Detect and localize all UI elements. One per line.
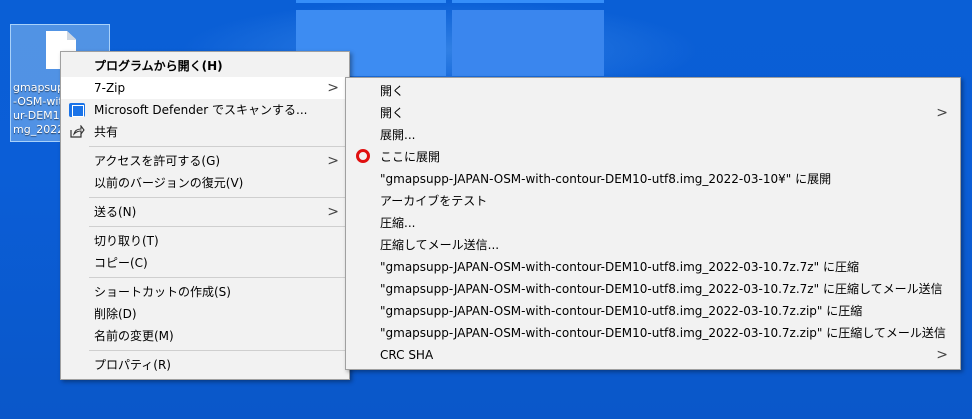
menu-separator: [89, 146, 348, 147]
menu-item-send-to[interactable]: 送る(N) >: [61, 201, 349, 223]
shield-icon: [69, 103, 85, 117]
zip-item-test-archive[interactable]: アーカイブをテスト: [346, 190, 960, 212]
menu-item-copy[interactable]: コピー(C): [61, 252, 349, 274]
desktop-tile: [452, 0, 604, 3]
menu-separator: [89, 197, 348, 198]
chevron-right-icon: >: [936, 347, 948, 363]
menu-item-create-shortcut[interactable]: ショートカットの作成(S): [61, 281, 349, 303]
zip-item-open[interactable]: 開く: [346, 80, 960, 102]
share-icon: [69, 125, 85, 139]
zip-item-add-to-7z[interactable]: "gmapsupp-JAPAN-OSM-with-contour-DEM10-u…: [346, 256, 960, 278]
menu-item-share[interactable]: 共有: [61, 121, 349, 143]
desktop-tile: [296, 0, 446, 3]
zip-item-add-to-zip-email[interactable]: "gmapsupp-JAPAN-OSM-with-contour-DEM10-u…: [346, 322, 960, 344]
chevron-right-icon: >: [327, 80, 339, 96]
menu-item-rename[interactable]: 名前の変更(M): [61, 325, 349, 347]
menu-item-7zip[interactable]: 7-Zip >: [61, 77, 349, 99]
zip-item-extract-to-folder[interactable]: "gmapsupp-JAPAN-OSM-with-contour-DEM10-u…: [346, 168, 960, 190]
chevron-right-icon: >: [327, 204, 339, 220]
menu-item-delete[interactable]: 削除(D): [61, 303, 349, 325]
desktop-tile: [452, 10, 604, 76]
menu-item-open-with[interactable]: プログラムから開く(H): [61, 55, 349, 77]
menu-item-give-access[interactable]: アクセスを許可する(G) >: [61, 150, 349, 172]
zip-item-open-sub[interactable]: 開く >: [346, 102, 960, 124]
menu-separator: [89, 226, 348, 227]
menu-separator: [89, 350, 348, 351]
annotation-circle-icon: [356, 149, 370, 163]
context-menu: プログラムから開く(H) 7-Zip > Microsoft Defender で…: [60, 51, 350, 380]
zip-item-crc-sha[interactable]: CRC SHA >: [346, 344, 960, 366]
chevron-right-icon: >: [327, 153, 339, 169]
zip-item-extract-here[interactable]: ここに展開: [346, 146, 960, 168]
menu-item-defender-scan[interactable]: Microsoft Defender でスキャンする...: [61, 99, 349, 121]
zip-item-extract-files[interactable]: 展開...: [346, 124, 960, 146]
menu-separator: [89, 277, 348, 278]
zip-item-add-to-archive[interactable]: 圧縮...: [346, 212, 960, 234]
menu-item-restore-versions[interactable]: 以前のバージョンの復元(V): [61, 172, 349, 194]
chevron-right-icon: >: [936, 105, 948, 121]
zip-item-add-to-7z-email[interactable]: "gmapsupp-JAPAN-OSM-with-contour-DEM10-u…: [346, 278, 960, 300]
zip-item-compress-email[interactable]: 圧縮してメール送信...: [346, 234, 960, 256]
7zip-submenu: 開く 開く > 展開... ここに展開 "gmapsupp-JAPAN-OSM-w…: [345, 77, 961, 370]
menu-item-properties[interactable]: プロパティ(R): [61, 354, 349, 376]
menu-item-cut[interactable]: 切り取り(T): [61, 230, 349, 252]
zip-item-add-to-zip[interactable]: "gmapsupp-JAPAN-OSM-with-contour-DEM10-u…: [346, 300, 960, 322]
